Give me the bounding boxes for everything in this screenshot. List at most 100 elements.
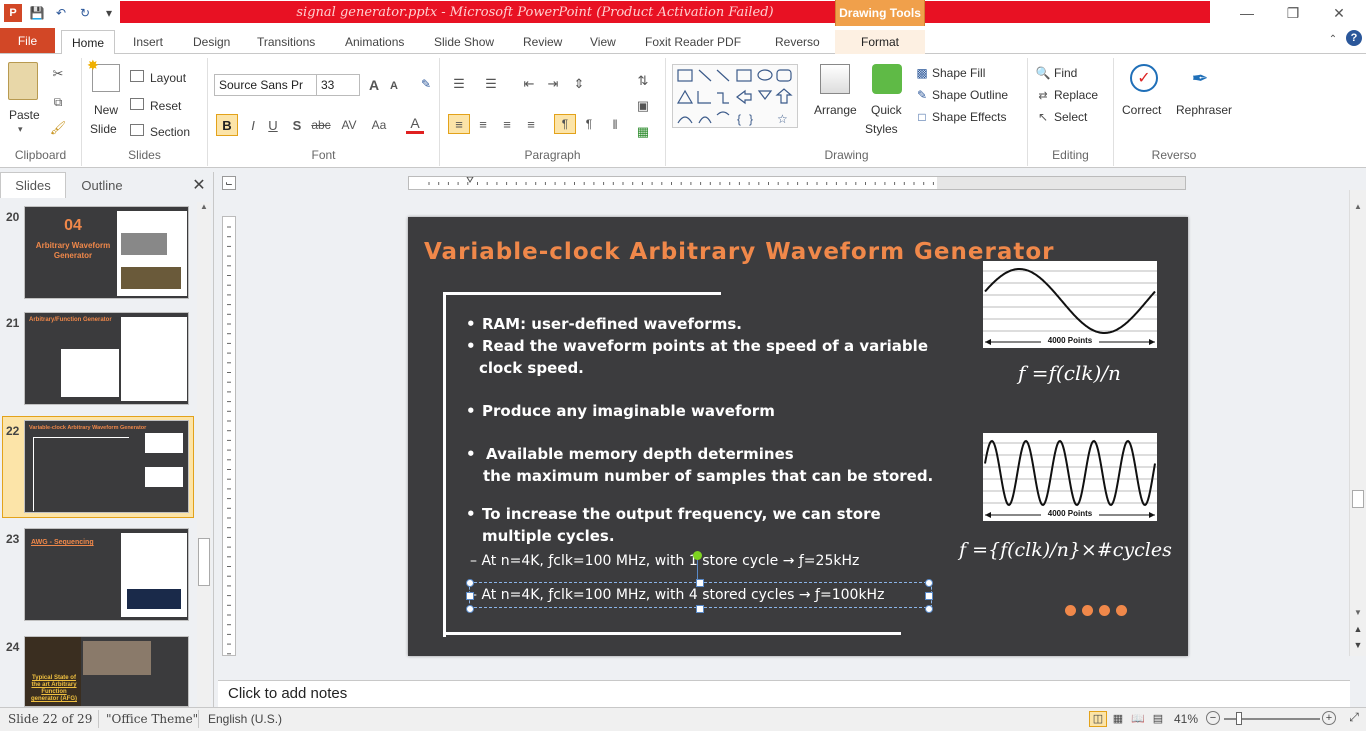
sine-wave-image-2[interactable]: 4000 Points (983, 433, 1157, 521)
scroll-up-icon[interactable]: ▲ (1350, 202, 1366, 214)
new-slide-label-2[interactable]: Slide (90, 122, 117, 136)
help-icon[interactable]: ? (1346, 30, 1362, 46)
tab-slide-show[interactable]: Slide Show (424, 30, 504, 54)
rtl-direction-icon[interactable]: ¶ (580, 116, 598, 132)
bullet-4b[interactable]: the maximum number of samples that can b… (483, 467, 933, 485)
change-case-icon[interactable]: Aa (366, 116, 392, 134)
smartart-icon[interactable]: ▦ (634, 124, 652, 140)
font-family-combo[interactable]: Source Sans Pr (214, 74, 318, 96)
paste-label[interactable]: Paste (9, 108, 40, 122)
save-icon[interactable]: 💾 (28, 4, 46, 22)
scrollbar-thumb[interactable] (198, 538, 210, 586)
character-spacing-icon[interactable]: AV (336, 116, 362, 134)
section-icon[interactable] (130, 124, 144, 136)
thumbnail-row[interactable]: 20 04 Arbitrary Waveform Generator (0, 206, 200, 302)
undo-icon[interactable]: ↶ (52, 4, 70, 22)
customize-qat-icon[interactable]: ▾ (100, 4, 118, 22)
reset-icon[interactable] (130, 98, 144, 110)
shrink-font-icon[interactable]: A (386, 78, 402, 94)
tab-slides-pane[interactable]: Slides (0, 172, 66, 198)
thumbnail-row[interactable]: 23 AWG - Sequencing (0, 528, 200, 624)
decrease-indent-icon[interactable]: ⇤ (520, 76, 538, 92)
tab-view[interactable]: View (580, 30, 626, 54)
resize-handle[interactable] (696, 579, 704, 587)
tab-review[interactable]: Review (513, 30, 572, 54)
shape-fill-label[interactable]: Shape Fill (932, 66, 985, 80)
scrollbar-thumb[interactable] (1352, 490, 1364, 508)
notes-pane[interactable]: Click to add notes (218, 680, 1350, 707)
sine-wave-image-1[interactable]: 4000 Points (983, 261, 1157, 348)
zoom-in-icon[interactable]: + (1322, 711, 1336, 725)
clear-formatting-icon[interactable]: ✎ (418, 76, 434, 92)
resize-handle[interactable] (925, 579, 933, 587)
shape-outline-label[interactable]: Shape Outline (932, 88, 1008, 102)
justify-icon[interactable]: ≡ (522, 116, 540, 132)
quick-styles-icon[interactable] (872, 64, 902, 94)
font-color-icon[interactable]: A (406, 114, 424, 134)
close-pane-icon[interactable]: ✕ (190, 176, 208, 194)
grow-font-icon[interactable]: A (366, 76, 382, 94)
copy-icon[interactable]: ⧉ (50, 94, 66, 110)
rotation-handle[interactable] (693, 551, 702, 560)
slide-canvas[interactable]: Variable-clock Arbitrary Waveform Genera… (408, 217, 1188, 656)
correct-icon[interactable]: ✓ (1130, 64, 1158, 92)
bullet-4a[interactable]: Available memory depth determines (486, 445, 794, 463)
thumbnails-scrollbar[interactable]: ▲ (197, 202, 211, 707)
shape-effects-label[interactable]: Shape Effects (932, 110, 1007, 124)
bold-icon[interactable]: B (216, 114, 238, 136)
align-right-icon[interactable]: ≡ (498, 116, 516, 132)
resize-handle[interactable] (925, 592, 933, 600)
cut-icon[interactable]: ✂ (50, 66, 66, 82)
bullet-3[interactable]: Produce any imaginable waveform (482, 402, 775, 420)
tab-selector-icon[interactable]: ⌙ (222, 176, 236, 190)
columns-icon[interactable]: ‖ (606, 116, 624, 132)
vertical-ruler[interactable] (222, 216, 236, 656)
format-painter-icon[interactable]: 🖌 (50, 120, 67, 136)
formula-1[interactable]: f =f(clk)/n (1018, 361, 1121, 385)
restore-icon[interactable]: ❐ (1270, 0, 1316, 26)
select-icon[interactable]: ↖ (1036, 110, 1050, 124)
tab-home[interactable]: Home (61, 30, 116, 55)
resize-handle[interactable] (696, 605, 704, 613)
slide-thumbnail[interactable]: Arbitrary/Function Generator (24, 312, 189, 405)
horizontal-ruler[interactable] (408, 176, 1186, 190)
slide-scrollbar[interactable]: ▲ ▼ ▲ ▼ (1349, 190, 1366, 656)
selected-textbox[interactable]: – At n=4K, ƒclk=100 MHz, with 4 stored c… (466, 551, 933, 613)
slide-show-icon[interactable]: ▤ (1150, 712, 1166, 728)
increase-indent-icon[interactable]: ⇥ (544, 76, 562, 92)
slide-thumbnail[interactable]: Variable-clock Arbitrary Waveform Genera… (24, 420, 189, 513)
slide-sorter-icon[interactable]: ▦ (1110, 712, 1126, 728)
align-text-icon[interactable]: ▣ (634, 98, 652, 114)
slide-title[interactable]: Variable-clock Arbitrary Waveform Genera… (424, 239, 1055, 265)
paste-dropdown-icon[interactable]: ▾ (18, 124, 23, 135)
sub-bullet-1[interactable]: – At n=4K, ƒclk=100 MHz, with 1 store cy… (470, 553, 859, 569)
section-label[interactable]: Section (150, 125, 190, 139)
zoom-level[interactable]: 41% (1174, 712, 1198, 726)
scroll-up-icon[interactable]: ▲ (197, 202, 211, 214)
arrange-label[interactable]: Arrange (814, 103, 857, 117)
tab-transitions[interactable]: Transitions (247, 30, 325, 54)
formula-2[interactable]: f ={f(clk)/n}×#cycles (959, 539, 1172, 561)
notes-placeholder[interactable]: Click to add notes (228, 685, 347, 702)
layout-label[interactable]: Layout (150, 71, 186, 85)
tab-format[interactable]: Format (835, 30, 925, 54)
tab-outline-pane[interactable]: Outline (72, 172, 132, 198)
quick-styles-label-1[interactable]: Quick (871, 103, 902, 117)
collapse-ribbon-icon[interactable]: ⌃ (1326, 32, 1340, 46)
rephraser-label[interactable]: Rephraser (1176, 103, 1232, 117)
tab-file[interactable]: File (0, 28, 55, 53)
correct-label[interactable]: Correct (1122, 103, 1161, 117)
thumbnail-row[interactable]: 21 Arbitrary/Function Generator (0, 312, 200, 408)
minimize-icon[interactable]: — (1224, 0, 1270, 26)
reset-label[interactable]: Reset (150, 99, 181, 113)
shape-effects-icon[interactable]: □ (914, 110, 930, 124)
new-slide-icon[interactable]: ✸ (87, 57, 120, 92)
slide-thumbnail[interactable]: AWG - Sequencing (24, 528, 189, 621)
text-direction-icon[interactable]: ⇅ (634, 72, 652, 90)
tab-animations[interactable]: Animations (335, 30, 414, 54)
ltr-direction-icon[interactable]: ¶ (554, 114, 576, 134)
rephraser-icon[interactable]: ✒ (1186, 64, 1214, 92)
zoom-out-icon[interactable]: − (1206, 711, 1220, 725)
close-icon[interactable]: ✕ (1316, 0, 1362, 26)
language[interactable]: English (U.S.) (208, 712, 282, 726)
